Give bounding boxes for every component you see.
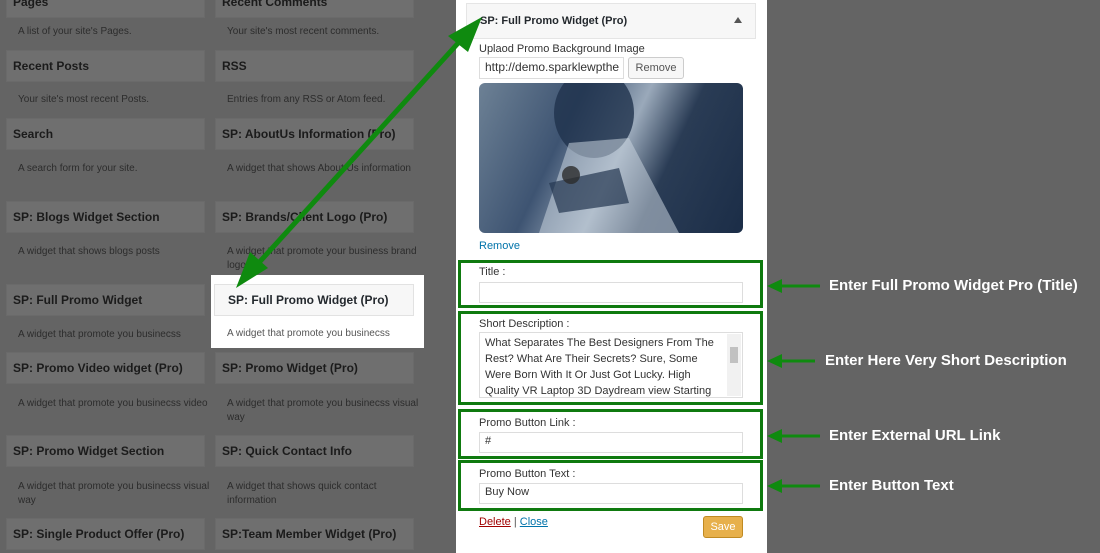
annotation-title: Enter Full Promo Widget Pro (Title)	[829, 277, 1078, 294]
double-arrow-icon	[236, 17, 482, 288]
annotation-short-desc: Enter Here Very Short Description	[825, 352, 1067, 369]
annotation-button-text: Enter Button Text	[829, 477, 954, 494]
annotation-link: Enter External URL Link	[829, 427, 1001, 444]
